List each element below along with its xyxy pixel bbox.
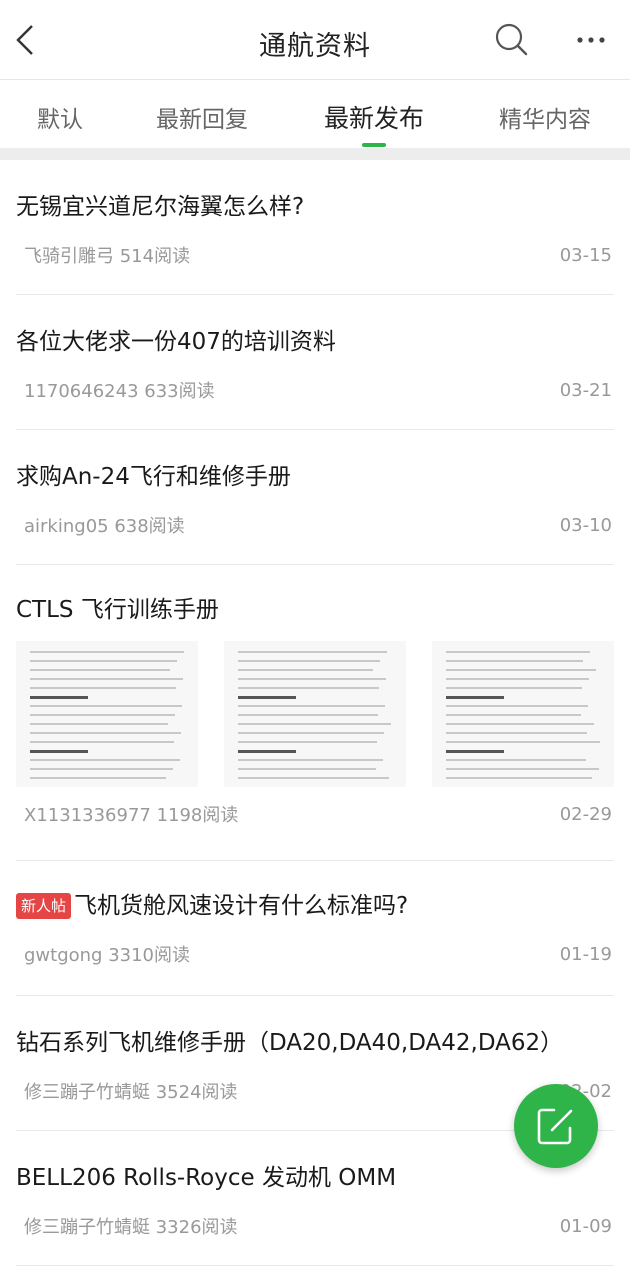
thumbnail-text-line [446, 687, 582, 689]
post-date: 03-10 [559, 514, 612, 536]
thumbnail-text-line [446, 714, 581, 716]
page-title: 通航资料 [259, 31, 371, 62]
post-meta: 飞骑引雕弓 514阅读 03-15 [16, 242, 614, 268]
post-author-views: gwtgong 3310阅读 [24, 945, 191, 966]
post-date: 03-15 [559, 244, 612, 266]
top-nav-bar: 通航资料 [0, 0, 630, 80]
thumbnail-text-line [446, 777, 592, 779]
post-meta: 修三蹦子竹蜻蜓 3326阅读 01-09 [16, 1213, 614, 1239]
post-author-views: airking05 638阅读 [24, 516, 185, 537]
thumbnail-text-line [238, 759, 383, 761]
thumbnail-text-line [30, 768, 173, 770]
thumbnail-text-line [238, 768, 376, 770]
post-author-views: 修三蹦子竹蜻蜓 3326阅读 [24, 1217, 238, 1238]
list-item[interactable]: 求购An-24飞行和维修手册 airking05 638阅读 03-10 [16, 430, 614, 565]
search-button[interactable] [490, 18, 534, 62]
thumbnail-text-line [30, 723, 168, 725]
thumbnail-text-line [446, 660, 583, 662]
post-title: 钻石系列飞机维修手册（DA20,DA40,DA42,DA62） [16, 1030, 564, 1056]
post-meta: airking05 638阅读 03-10 [16, 512, 614, 538]
post-title: CTLS 飞行训练手册 [16, 597, 219, 623]
post-meta: 1170646243 633阅读 03-21 [16, 377, 614, 403]
post-author-views: X1131336977 1198阅读 [24, 805, 239, 826]
post-title: 无锡宜兴道尼尔海翼怎么样? [16, 194, 305, 220]
thumbnail-text-line [30, 651, 184, 653]
post-title: 求购An-24飞行和维修手册 [16, 464, 291, 490]
document-thumbnail[interactable] [432, 641, 614, 787]
thumbnail-text-line [446, 732, 587, 734]
thumbnail-text-line [30, 678, 183, 680]
thumbnail-text-line [30, 696, 88, 699]
thumbnail-text-line [446, 696, 504, 699]
tab-default[interactable]: 默认 [37, 100, 83, 134]
thumbnail-text-line [238, 651, 387, 653]
list-item[interactable]: CTLS 飞行训练手册 X1131336977 1198阅读 02-29 [16, 565, 614, 861]
thumbnail-text-line [30, 732, 181, 734]
thumbnail-text-line [238, 705, 385, 707]
document-thumbnail[interactable] [16, 641, 198, 787]
new-user-badge: 新人帖 [16, 893, 72, 919]
thumbnail-text-line [238, 696, 296, 699]
section-divider [0, 148, 630, 160]
thumbnail-text-line [446, 768, 599, 770]
compose-icon [537, 1108, 573, 1145]
thumbnail-text-line [30, 750, 88, 753]
post-title-text: 飞机货舱风速设计有什么标准吗? [74, 893, 409, 919]
document-thumbnail[interactable] [224, 641, 406, 787]
tab-featured[interactable]: 精华内容 [499, 100, 591, 134]
more-button[interactable] [568, 18, 616, 62]
thumbnail-text-line [446, 669, 596, 671]
post-date: 01-09 [559, 1215, 612, 1237]
thumbnail-text-line [238, 714, 378, 716]
thumbnail-text-line [30, 669, 170, 671]
thumbnail-text-line [446, 741, 600, 743]
thumbnail-text-line [446, 759, 586, 761]
post-meta: gwtgong 3310阅读 01-19 [16, 941, 614, 967]
thumbnail-text-line [30, 777, 166, 779]
thumbnail-text-line [446, 723, 594, 725]
thumbnail-text-line [446, 678, 589, 680]
active-tab-indicator [362, 143, 386, 147]
thumbnail-text-line [30, 687, 176, 689]
post-author-views: 修三蹦子竹蜻蜓 3524阅读 [24, 1082, 238, 1103]
sort-tabs: 默认 最新回复 最新发布 精华内容 [0, 80, 630, 148]
post-date: 02-29 [559, 803, 612, 825]
thumbnail-text-line [238, 732, 384, 734]
search-icon [495, 23, 528, 56]
post-author-views: 1170646243 633阅读 [24, 381, 215, 402]
post-title: 各位大佬求一份407的培训资料 [16, 329, 336, 355]
list-item[interactable]: 无锡宜兴道尼尔海翼怎么样? 飞骑引雕弓 514阅读 03-15 [16, 160, 614, 295]
list-item[interactable]: 各位大佬求一份407的培训资料 1170646243 633阅读 03-21 [16, 295, 614, 430]
post-date: 01-19 [559, 943, 612, 965]
post-author-views: 飞骑引雕弓 514阅读 [24, 246, 191, 267]
thumbnail-text-line [238, 669, 373, 671]
thumbnail-text-line [30, 759, 180, 761]
thumbnail-text-line [238, 750, 296, 753]
more-horizontal-icon [577, 37, 605, 43]
post-title: BELL206 Rolls-Royce 发动机 OMM [16, 1165, 397, 1191]
thumbnail-text-line [238, 660, 380, 662]
thumbnail-text-line [446, 750, 504, 753]
post-image-gallery [16, 641, 614, 787]
thumbnail-text-line [238, 687, 379, 689]
thumbnail-text-line [238, 678, 386, 680]
list-item[interactable]: 新人帖 飞机货舱风速设计有什么标准吗? gwtgong 3310阅读 01-19 [16, 861, 614, 996]
thumbnail-text-line [238, 723, 391, 725]
post-title: 新人帖 飞机货舱风速设计有什么标准吗? [16, 889, 614, 923]
thumbnail-text-line [446, 705, 588, 707]
thumbnail-text-line [446, 651, 590, 653]
thumbnail-text-line [30, 741, 174, 743]
post-meta: X1131336977 1198阅读 02-29 [16, 801, 614, 827]
thumbnail-text-line [238, 777, 389, 779]
thumbnail-text-line [30, 714, 175, 716]
thumbnail-text-line [238, 741, 377, 743]
compose-post-button[interactable] [514, 1084, 598, 1168]
thumbnail-text-line [30, 705, 182, 707]
tab-latest-reply[interactable]: 最新回复 [156, 100, 248, 134]
tab-latest-post[interactable]: 最新发布 [324, 99, 424, 135]
post-date: 03-21 [559, 379, 612, 401]
thumbnail-text-line [30, 660, 177, 662]
